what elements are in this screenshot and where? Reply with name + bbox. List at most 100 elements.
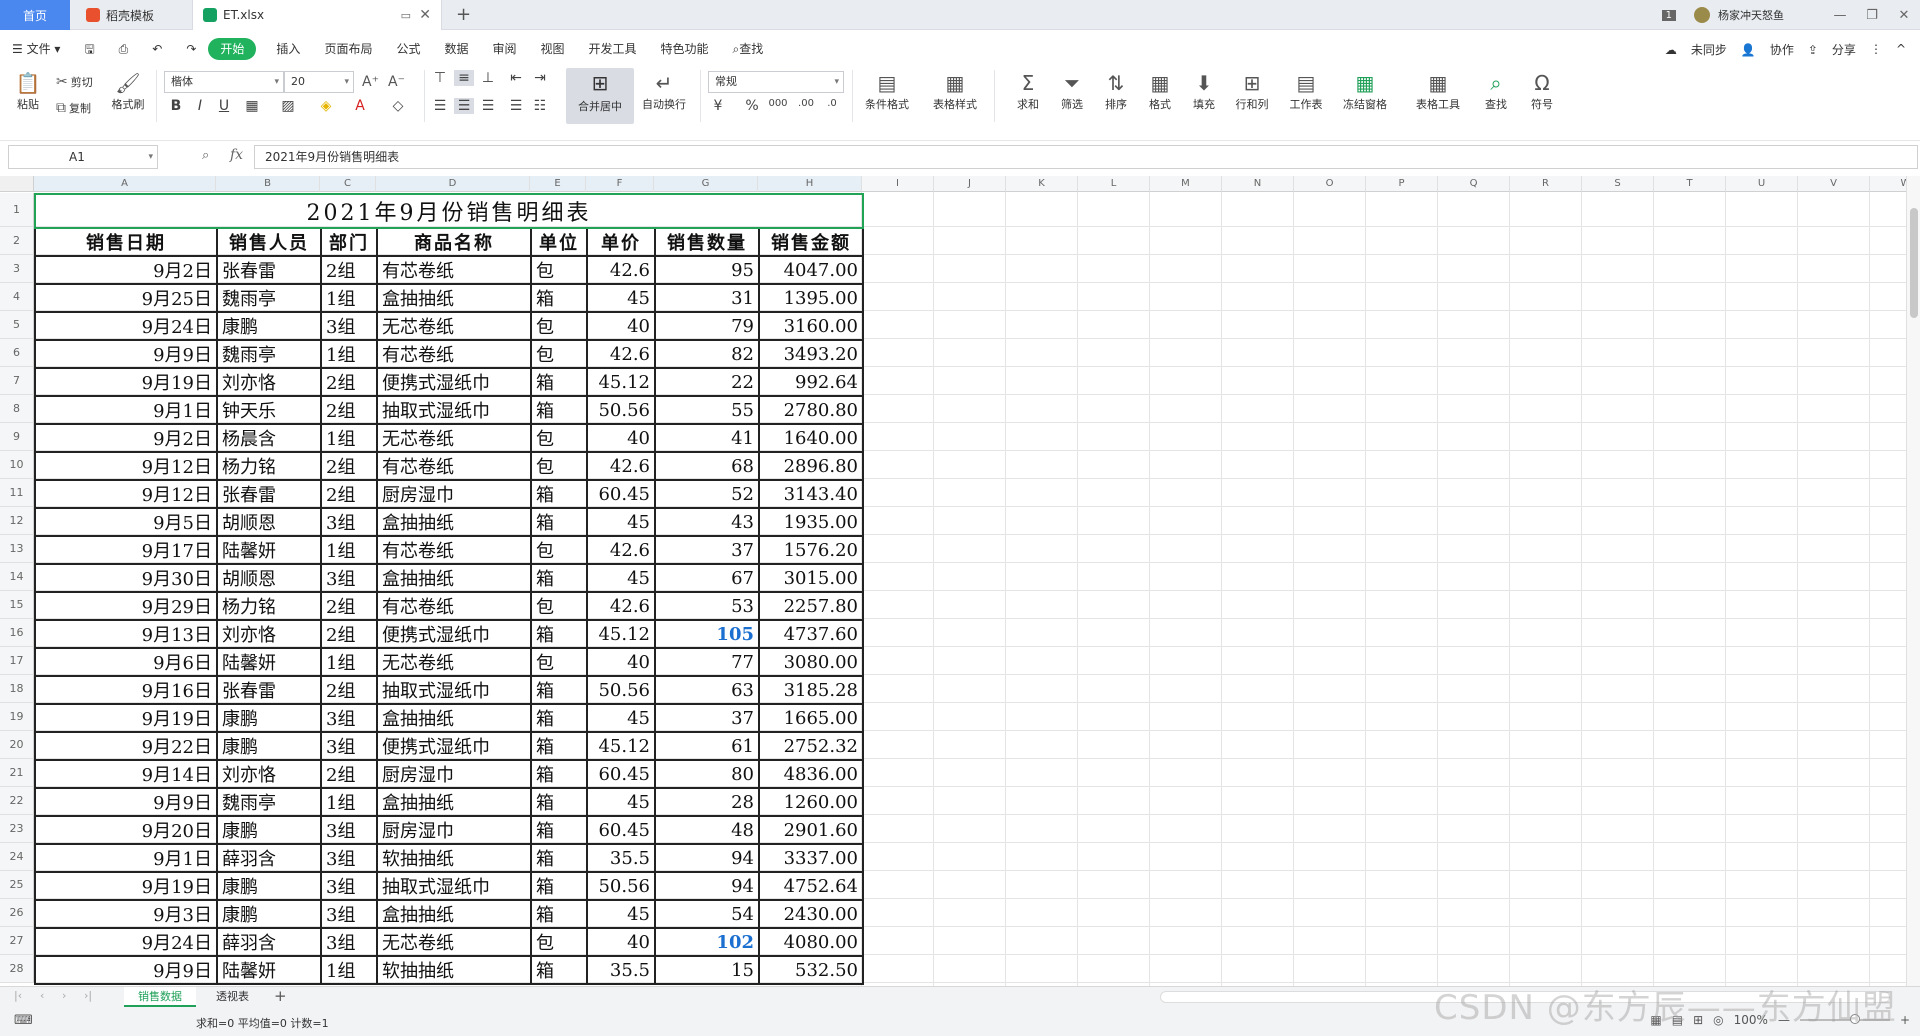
table-cell[interactable]: 张春雷 — [216, 675, 322, 705]
table-cell[interactable]: 盒抽抽纸 — [376, 899, 532, 929]
table-cell[interactable]: 3337.00 — [758, 843, 864, 873]
table-cell[interactable]: 50.56 — [586, 675, 656, 705]
table-cell[interactable]: 魏雨亭 — [216, 339, 322, 369]
table-cell[interactable]: 42.6 — [586, 339, 656, 369]
fill-color-icon[interactable]: ◈ — [316, 98, 336, 114]
clear-icon[interactable]: ◇ — [388, 98, 408, 114]
table-cell[interactable]: 陆馨妍 — [216, 647, 322, 677]
table-cell[interactable]: 42.6 — [586, 535, 656, 565]
table-cell[interactable]: 薛羽含 — [216, 927, 322, 957]
conditional-format-button[interactable]: ▤ 条件格式 — [858, 70, 916, 112]
table-cell[interactable]: 532.50 — [758, 955, 864, 985]
table-cell[interactable]: 抽取式湿纸巾 — [376, 395, 532, 425]
table-cell[interactable]: 盒抽抽纸 — [376, 787, 532, 817]
table-cell[interactable]: 4752.64 — [758, 871, 864, 901]
table-cell[interactable]: 抽取式湿纸巾 — [376, 675, 532, 705]
table-cell[interactable]: 9月29日 — [34, 591, 218, 621]
tab-home[interactable]: 首页 — [0, 0, 70, 30]
table-cell[interactable]: 1665.00 — [758, 703, 864, 733]
row-header[interactable]: 8 — [0, 395, 34, 423]
number-format-select[interactable]: 常规 — [708, 71, 844, 93]
column-header[interactable]: O — [1294, 176, 1366, 192]
column-header[interactable]: M — [1150, 176, 1222, 192]
table-tools-button[interactable]: ▦ 表格工具 — [1408, 70, 1468, 112]
menu-review[interactable]: 审阅 — [480, 38, 528, 60]
column-header[interactable]: L — [1078, 176, 1150, 192]
table-cell[interactable]: 箱 — [530, 731, 588, 761]
align-middle-icon[interactable]: ≡ — [454, 70, 474, 86]
table-cell[interactable]: 63 — [654, 675, 760, 705]
menu-formulas[interactable]: 公式 — [384, 38, 432, 60]
table-cell[interactable]: 45 — [586, 563, 656, 593]
header-cell[interactable]: 销售金额 — [758, 227, 864, 257]
table-cell[interactable]: 9月17日 — [34, 535, 218, 565]
table-cell[interactable]: 3组 — [320, 703, 378, 733]
cell-style-icon[interactable]: ▨ — [278, 98, 298, 114]
table-cell[interactable]: 45 — [586, 787, 656, 817]
table-cell[interactable]: 有芯卷纸 — [376, 591, 532, 621]
save-icon[interactable]: 🖫 — [72, 38, 106, 60]
table-cell[interactable]: 有芯卷纸 — [376, 535, 532, 565]
table-cell[interactable]: 45.12 — [586, 619, 656, 649]
table-cell[interactable]: 45 — [586, 899, 656, 929]
table-cell[interactable]: 薛羽含 — [216, 843, 322, 873]
table-cell[interactable]: 94 — [654, 871, 760, 901]
table-cell[interactable]: 2组 — [320, 619, 378, 649]
table-cell[interactable]: 9月12日 — [34, 479, 218, 509]
table-cell[interactable]: 箱 — [530, 479, 588, 509]
formula-input[interactable]: 2021年9月份销售明细表 — [254, 145, 1918, 169]
print-icon[interactable]: ⎙ — [107, 38, 141, 60]
table-cell[interactable]: 2257.80 — [758, 591, 864, 621]
table-cell[interactable]: 杨力铭 — [216, 591, 322, 621]
table-cell[interactable]: 2组 — [320, 591, 378, 621]
table-cell[interactable]: 94 — [654, 843, 760, 873]
paste-button[interactable]: 📋 粘贴 — [10, 70, 46, 112]
rows-cols-button[interactable]: ⊞ 行和列 — [1228, 70, 1276, 112]
table-cell[interactable]: 3组 — [320, 843, 378, 873]
table-cell[interactable]: 2组 — [320, 479, 378, 509]
table-cell[interactable]: 40 — [586, 311, 656, 341]
zoom-formula-icon[interactable]: ⌕ — [202, 148, 209, 163]
row-header[interactable]: 24 — [0, 843, 34, 871]
tab-templates[interactable]: 稻壳模板 — [76, 0, 186, 30]
prev-sheet-icon[interactable]: ‹ — [40, 989, 44, 1002]
table-cell[interactable]: 3组 — [320, 563, 378, 593]
row-header[interactable]: 7 — [0, 367, 34, 395]
table-cell[interactable]: 有芯卷纸 — [376, 255, 532, 285]
table-cell[interactable]: 45 — [586, 283, 656, 313]
align-right-icon[interactable]: ☰ — [478, 98, 498, 114]
table-cell[interactable]: 1组 — [320, 283, 378, 313]
table-cell[interactable]: 钟天乐 — [216, 395, 322, 425]
menu-file[interactable]: ☰ 文件 ▾ — [6, 38, 72, 60]
row-header[interactable]: 2 — [0, 227, 34, 255]
table-cell[interactable]: 1组 — [320, 647, 378, 677]
table-cell[interactable]: 3185.28 — [758, 675, 864, 705]
table-cell[interactable]: 刘亦恪 — [216, 367, 322, 397]
table-cell[interactable]: 包 — [530, 927, 588, 957]
justify-icon[interactable]: ☰ — [506, 98, 526, 114]
sync-button[interactable]: ☁ 未同步 — [1665, 41, 1727, 58]
menu-data[interactable]: 数据 — [432, 38, 480, 60]
row-header[interactable]: 12 — [0, 507, 34, 535]
function-icon[interactable]: fx — [230, 147, 243, 163]
table-cell[interactable]: 2780.80 — [758, 395, 864, 425]
more-icon[interactable]: ⋮ — [1870, 42, 1882, 56]
table-cell[interactable]: 4836.00 — [758, 759, 864, 789]
cut-button[interactable]: ✂ 剪切 — [56, 74, 93, 90]
table-cell[interactable]: 胡顺恩 — [216, 507, 322, 537]
italic-icon[interactable]: I — [190, 98, 210, 114]
table-cell[interactable]: 42.6 — [586, 255, 656, 285]
table-cell[interactable]: 37 — [654, 535, 760, 565]
redo-icon[interactable]: ↷ — [174, 38, 208, 60]
table-cell[interactable]: 35.5 — [586, 955, 656, 985]
table-cell[interactable]: 1组 — [320, 423, 378, 453]
table-cell[interactable]: 康鹏 — [216, 311, 322, 341]
vertical-scrollbar[interactable] — [1906, 176, 1920, 986]
table-cell[interactable]: 胡顺恩 — [216, 563, 322, 593]
align-top-icon[interactable]: ⊤ — [430, 70, 450, 86]
table-cell[interactable]: 无芯卷纸 — [376, 647, 532, 677]
spreadsheet-grid[interactable]: ABCDEFGHIJKLMNOPQRSTUVW 1 2 3 4 5 6 7 8 9 10 11 12 1… — [0, 176, 1906, 986]
format-button[interactable]: ▦ 格式 — [1140, 70, 1180, 112]
table-cell[interactable]: 杨力铭 — [216, 451, 322, 481]
column-header[interactable]: B — [216, 176, 320, 192]
